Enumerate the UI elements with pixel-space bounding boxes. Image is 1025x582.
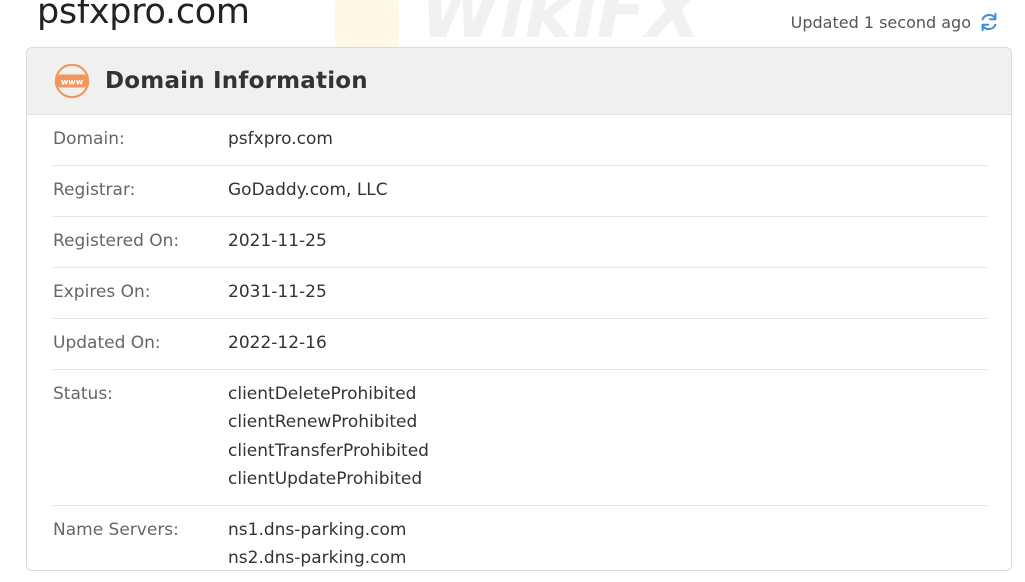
name-server-item: ns2.dns-parking.com [228, 548, 407, 569]
registered-on-value: 2021-11-25 [228, 231, 327, 251]
updated-on-value: 2022-12-16 [228, 333, 327, 353]
card-title: Domain Information [105, 68, 368, 94]
row-updated-on: Updated On: 2022-12-16 [53, 319, 987, 370]
watermark-text: WikiFX [420, 0, 702, 54]
row-registrar: Registrar: GoDaddy.com, LLC [53, 166, 987, 217]
row-name-servers: Name Servers: ns1.dns-parking.com ns2.dn… [53, 506, 987, 570]
status-item: clientTransferProhibited [228, 440, 429, 461]
card-header: www Domain Information [27, 48, 1011, 115]
watermark-logo [335, 0, 399, 54]
domain-details-list: Domain: psfxpro.com Registrar: GoDaddy.c… [27, 115, 1011, 570]
row-domain: Domain: psfxpro.com [53, 115, 987, 166]
row-label: Registered On: [53, 231, 180, 251]
row-registered-on: Registered On: 2021-11-25 [53, 217, 987, 268]
domain-info-card: www Domain Information Domain: psfxpro.c… [26, 47, 1012, 571]
www-globe-icon: www [53, 62, 91, 100]
row-label: Expires On: [53, 282, 151, 302]
status-item: clientUpdateProhibited [228, 468, 423, 489]
row-label: Updated On: [53, 333, 161, 353]
status-item: clientDeleteProhibited [228, 384, 417, 404]
row-expires-on: Expires On: 2031-11-25 [53, 268, 987, 319]
page-title: psfxpro.com [37, 0, 250, 32]
update-status: Updated 1 second ago [791, 11, 1000, 33]
status-values: clientDeleteProhibited clientRenewProhib… [228, 380, 429, 493]
row-status: Status: clientDeleteProhibited clientRen… [53, 370, 987, 507]
status-item: clientRenewProhibited [228, 412, 418, 433]
updated-text: Updated 1 second ago [790, 12, 971, 32]
row-label: Domain: [53, 129, 125, 149]
name-server-values: ns1.dns-parking.com ns2.dns-parking.com [228, 516, 407, 570]
row-label: Name Servers: [53, 520, 179, 541]
row-label: Status: [53, 384, 113, 404]
name-server-item: ns1.dns-parking.com [228, 520, 407, 541]
registrar-value: GoDaddy.com, LLC [228, 180, 388, 200]
expires-on-value: 2031-11-25 [228, 282, 327, 302]
refresh-icon[interactable] [978, 11, 1000, 33]
svg-text:www: www [61, 77, 84, 86]
row-label: Registrar: [53, 180, 136, 200]
domain-value: psfxpro.com [228, 129, 333, 149]
